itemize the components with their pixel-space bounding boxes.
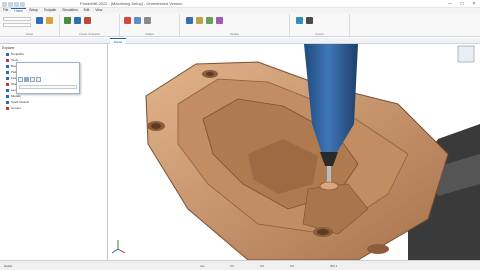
nc-program-icon[interactable] xyxy=(296,17,303,24)
rotate-icon[interactable] xyxy=(24,77,29,82)
tool-icon[interactable] xyxy=(46,17,53,24)
status-item: mm xyxy=(200,264,205,268)
snap-icon[interactable] xyxy=(36,77,41,82)
properties-popup xyxy=(16,62,80,94)
tree-item-label: Stock Models xyxy=(11,100,30,104)
undo-icon[interactable] xyxy=(14,1,19,7)
ribbon-group-label: Setup xyxy=(25,32,34,36)
tree-item[interactable]: Groups xyxy=(6,106,21,111)
tree-item[interactable]: Stock Models xyxy=(6,100,29,105)
boundary-icon xyxy=(6,64,9,68)
block-icon[interactable] xyxy=(36,17,43,24)
feature-icon[interactable] xyxy=(74,17,81,24)
levels-icon[interactable] xyxy=(206,17,213,24)
feature-icon xyxy=(6,76,9,80)
tree-item-label: Groups xyxy=(11,106,21,110)
ribbon-group-label: Create Toolpaths xyxy=(78,32,101,36)
stock-icon xyxy=(6,100,9,104)
status-bar: Ready mm 0.0 0.0 0.0 ISO 1 xyxy=(0,260,480,270)
save-icon[interactable] xyxy=(8,1,13,7)
ribbon-group-label: Output xyxy=(315,32,324,36)
ribbon-group-display: Display xyxy=(180,14,290,36)
maximize-button[interactable]: □ xyxy=(458,1,466,7)
workplane-combo[interactable] xyxy=(3,17,31,21)
group-icon xyxy=(6,106,9,110)
toolpath-icon[interactable] xyxy=(64,17,71,24)
status-item: ISO 1 xyxy=(330,264,338,268)
popup-toolbar xyxy=(18,77,41,82)
popup-input[interactable] xyxy=(19,85,77,89)
window-title: PowerMill 2022 - [Machining Setup] - Unr… xyxy=(80,1,183,6)
tree-item-label: Toolpaths xyxy=(11,52,24,56)
view-cube[interactable] xyxy=(457,45,475,63)
stock-icon[interactable] xyxy=(196,17,203,24)
machine-icon[interactable] xyxy=(306,17,313,24)
graphics-viewport[interactable] xyxy=(108,44,480,260)
quick-access-toolbar[interactable] xyxy=(2,1,25,7)
ribbon-group-label: Utilities xyxy=(144,32,154,36)
pattern-icon xyxy=(6,70,9,74)
tree-item[interactable]: Toolpaths xyxy=(6,52,24,57)
app-menu-icon[interactable] xyxy=(2,1,7,7)
title-bar: PowerMill 2022 - [Machining Setup] - Unr… xyxy=(0,0,480,8)
ribbon-group-setup: Setup xyxy=(0,14,60,36)
folder-icon xyxy=(6,52,9,56)
explorer-title: Explorer xyxy=(2,46,15,50)
status-item: Ready xyxy=(4,264,13,268)
level-icon xyxy=(6,88,9,92)
delete-icon[interactable] xyxy=(124,17,131,24)
axis-triad xyxy=(111,240,126,254)
model-icon xyxy=(6,94,9,98)
ribbon-group-toolpaths: Create Toolpaths xyxy=(60,14,120,36)
shaded-icon[interactable] xyxy=(186,17,193,24)
calculate-icon[interactable] xyxy=(134,17,141,24)
status-item: 0.0 xyxy=(260,264,264,268)
redo-icon[interactable] xyxy=(20,1,25,7)
align-icon[interactable] xyxy=(30,77,35,82)
close-button[interactable]: × xyxy=(470,1,478,7)
workplane-icon xyxy=(6,82,9,86)
settings-icon[interactable] xyxy=(144,17,151,24)
model-view xyxy=(111,44,480,260)
ribbon-group-utilities: Utilities xyxy=(120,14,180,36)
ribbon-group-output: Output xyxy=(290,14,350,36)
status-item: 0.0 xyxy=(230,264,234,268)
ribbon-group-label: Display xyxy=(229,32,240,36)
tool-icon xyxy=(6,58,9,62)
tool-combo[interactable] xyxy=(3,23,31,27)
tree-item[interactable]: Models xyxy=(6,94,21,99)
ribbon: Setup Create Toolpaths Utilities Display… xyxy=(0,13,480,37)
tree-item-label: Models xyxy=(11,94,21,98)
status-item: 0.0 xyxy=(290,264,294,268)
measure-icon[interactable] xyxy=(216,17,223,24)
collision-icon[interactable] xyxy=(84,17,91,24)
minimize-button[interactable]: – xyxy=(446,1,454,7)
machined-part xyxy=(145,61,449,260)
move-icon[interactable] xyxy=(18,77,23,82)
window-controls: – □ × xyxy=(446,1,478,7)
